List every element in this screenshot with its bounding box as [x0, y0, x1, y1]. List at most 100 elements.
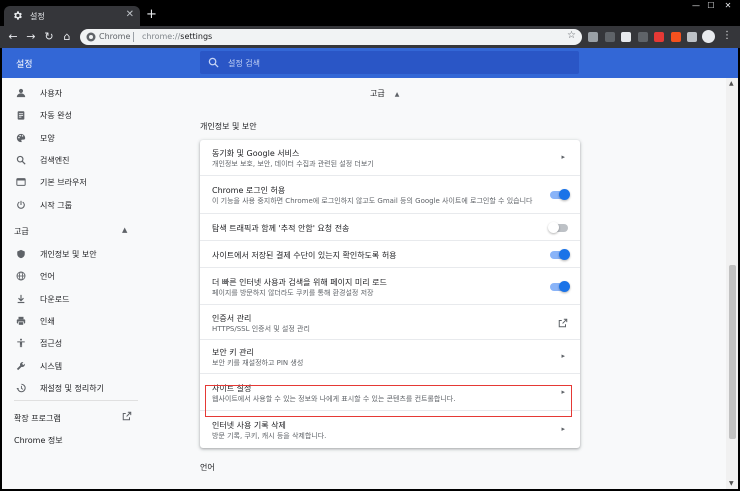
- sidebar-item[interactable]: 시스템: [2, 355, 152, 377]
- row-subtitle: 방문 기록, 쿠키, 캐시 등을 삭제합니다.: [212, 432, 327, 440]
- open-in-new-icon[interactable]: [122, 411, 132, 421]
- sidebar-item-label: 검색엔진: [40, 155, 70, 165]
- sidebar-item[interactable]: 접근성: [2, 332, 152, 354]
- section-title: 개인정보 및 보안: [200, 122, 257, 131]
- home-icon[interactable]: ⌂: [60, 28, 74, 46]
- sidebar-advanced-header[interactable]: 고급: [14, 226, 29, 237]
- sidebar-about-link[interactable]: Chrome 정보: [14, 435, 63, 446]
- tab-title: 설정: [30, 12, 45, 21]
- chrome-info-icon: [86, 32, 96, 42]
- arrow-left-icon[interactable]: ←: [6, 28, 20, 46]
- person-icon: [16, 88, 26, 98]
- settings-header: 설정 설정 검색: [2, 48, 738, 78]
- extension-icon[interactable]: [604, 32, 615, 42]
- printer-icon: [16, 316, 26, 326]
- tab-settings[interactable]: 설정 ✕: [4, 6, 140, 26]
- toggle-switch[interactable]: [548, 221, 568, 233]
- row-title: 사이트에서 저장된 결제 수단이 있는지 확인하도록 허용: [212, 250, 397, 260]
- settings-row[interactable]: 사이트에서 저장된 결제 수단이 있는지 확인하도록 허용: [200, 240, 580, 267]
- toggle-switch[interactable]: [550, 189, 570, 200]
- settings-row[interactable]: 더 빠른 인터넷 사용과 검색을 위해 페이지 미리 로드 페이지를 방문하지 않…: [200, 267, 580, 304]
- sidebar-item[interactable]: 기본 브라우저: [2, 171, 152, 193]
- sidebar-item[interactable]: 재설정 및 정리하기: [2, 377, 152, 399]
- search-icon: [16, 155, 26, 165]
- chevron-right-icon[interactable]: ▸: [561, 352, 565, 360]
- row-subtitle: 보안 키를 재설정하고 PIN 생성: [212, 359, 304, 367]
- window-minimize-button[interactable]: —: [688, 0, 704, 12]
- sidebar-item[interactable]: 언어: [2, 265, 152, 287]
- sidebar-extensions-link[interactable]: 확장 프로그램: [14, 413, 61, 424]
- window-maximize-button[interactable]: ☐: [703, 0, 719, 12]
- gear-icon: [14, 11, 22, 20]
- row-title: 인증서 관리: [212, 313, 252, 323]
- settings-row[interactable]: 보안 키 관리보안 키를 재설정하고 PIN 생성 ▸: [200, 339, 580, 373]
- sidebar-item[interactable]: 검색엔진: [2, 149, 152, 171]
- open-in-new-icon[interactable]: [558, 318, 568, 328]
- chevron-right-icon[interactable]: ▸: [561, 153, 565, 161]
- new-tab-button[interactable]: +: [146, 7, 157, 22]
- search-icon: [208, 57, 219, 68]
- row-title: 더 빠른 인터넷 사용과 검색을 위해 페이지 미리 로드: [212, 277, 387, 287]
- row-title: Chrome 로그인 허용: [212, 186, 286, 195]
- extension-icon[interactable]: [670, 32, 681, 42]
- reload-icon[interactable]: ↻: [42, 28, 56, 46]
- sidebar-item[interactable]: 모양: [2, 127, 152, 149]
- toggle-knob: [559, 189, 570, 200]
- scroll-up-icon[interactable]: ▲: [729, 80, 734, 87]
- settings-row[interactable]: 동기화 및 Google 서비스 개인정보 보호, 보안, 데이터 수집과 관련된…: [200, 140, 580, 175]
- sidebar-item-label: 재설정 및 정리하기: [40, 383, 104, 393]
- window-close-button[interactable]: ✕: [718, 0, 738, 12]
- settings-row[interactable]: 탐색 트래픽과 함께 '추적 안함' 요청 전송: [200, 213, 580, 240]
- wrench-icon: [16, 361, 26, 371]
- row-subtitle: HTTPS/SSL 인증서 및 설정 관리: [212, 324, 310, 333]
- sidebar-item-label: 인쇄: [40, 316, 55, 326]
- sidebar-item-label: 기본 브라우저: [40, 178, 87, 188]
- settings-row[interactable]: 인증서 관리 HTTPS/SSL 인증서 및 설정 관리: [200, 304, 580, 339]
- sidebar-item[interactable]: 개인정보 및 보안: [2, 243, 152, 265]
- sidebar-item[interactable]: 인쇄: [2, 310, 152, 332]
- toggle-switch[interactable]: [550, 280, 570, 292]
- sidebar: 사용자 자동 완성모양검색엔진기본 브라우저시작 그룹고급 ▲ 개인정보 및 보안언어…: [2, 78, 152, 489]
- url-text[interactable]: chrome://settings: [142, 32, 212, 41]
- extension-icon[interactable]: [654, 32, 664, 42]
- settings-row[interactable]: Chrome 로그인 허용 이 기능을 사용 중지하면 Chrome에 로그인하지…: [200, 175, 580, 213]
- sidebar-item[interactable]: 자동 완성: [2, 104, 152, 126]
- extension-icon[interactable]: [687, 32, 697, 42]
- kebab-menu-icon[interactable]: ⋮: [722, 30, 732, 41]
- scrollbar-thumb[interactable]: [729, 265, 736, 439]
- settings-page: 사용자 자동 완성 모양 검색엔진 기본 브라우저 시작 그룹 고급 ▲ 개인정보 및 보안 언어…: [2, 78, 726, 489]
- advanced-toggle[interactable]: 고급 ▲: [370, 88, 399, 99]
- extension-icon[interactable]: [637, 32, 648, 42]
- palette-icon: [16, 133, 26, 143]
- toggle-knob: [559, 280, 570, 292]
- search-input[interactable]: 설정 검색: [200, 51, 579, 74]
- arrow-right-icon[interactable]: →: [24, 28, 38, 46]
- scroll-down-icon[interactable]: ▼: [729, 480, 734, 487]
- address-bar[interactable]: Chrome chrome://settings ☆: [80, 29, 582, 45]
- sidebar-item[interactable]: 사용자: [2, 82, 152, 104]
- avatar[interactable]: [702, 30, 715, 43]
- extension-icon[interactable]: [621, 32, 631, 42]
- tab-close-icon[interactable]: ✕: [126, 9, 134, 20]
- toggle-knob: [548, 221, 559, 233]
- chevron-up-icon: ▲: [394, 91, 400, 98]
- power-icon: [16, 200, 26, 210]
- sidebar-item-label: 모양: [40, 133, 55, 143]
- star-icon[interactable]: ☆: [567, 30, 576, 41]
- omnibox-chip: Chrome: [99, 32, 131, 41]
- toggle-switch[interactable]: [550, 248, 570, 260]
- sidebar-item[interactable]: 다운로드: [2, 288, 152, 310]
- extension-icon[interactable]: [588, 32, 598, 42]
- sidebar-divider: [14, 400, 138, 401]
- sidebar-item-label: 개인정보 및 보안: [40, 250, 97, 259]
- chevron-up-icon[interactable]: ▲: [122, 226, 127, 234]
- sidebar-item-label: 시스템: [40, 361, 63, 371]
- row-subtitle: 개인정보 보호, 보안, 데이터 수집과 관련된 설정 더보기: [212, 159, 374, 168]
- sidebar-item[interactable]: 시작 그룹: [2, 194, 152, 216]
- sidebar-item-label: 접근성: [40, 339, 63, 349]
- chevron-right-icon[interactable]: ▸: [561, 425, 565, 433]
- globe-icon: [16, 271, 26, 281]
- row-title: 보안 키 관리: [212, 348, 254, 357]
- scrollbar[interactable]: ▲ ▼: [726, 78, 738, 489]
- row-subtitle: 페이지를 방문하지 않더라도 쿠키를 통해 환경설정 저장: [212, 288, 374, 297]
